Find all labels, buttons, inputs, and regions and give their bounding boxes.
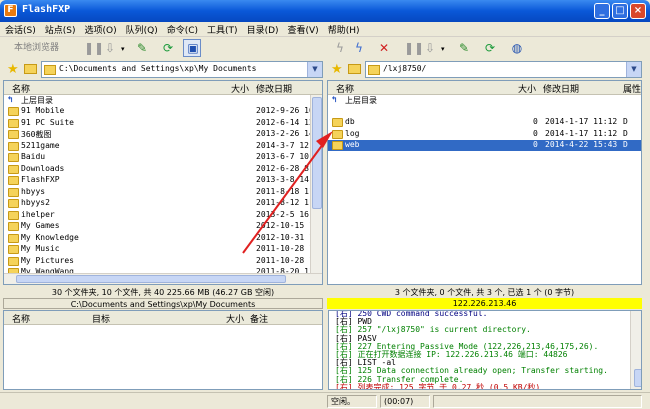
annotation-arrow bbox=[242, 131, 333, 254]
arrowhead bbox=[316, 131, 333, 148]
arrow-line bbox=[242, 139, 327, 254]
